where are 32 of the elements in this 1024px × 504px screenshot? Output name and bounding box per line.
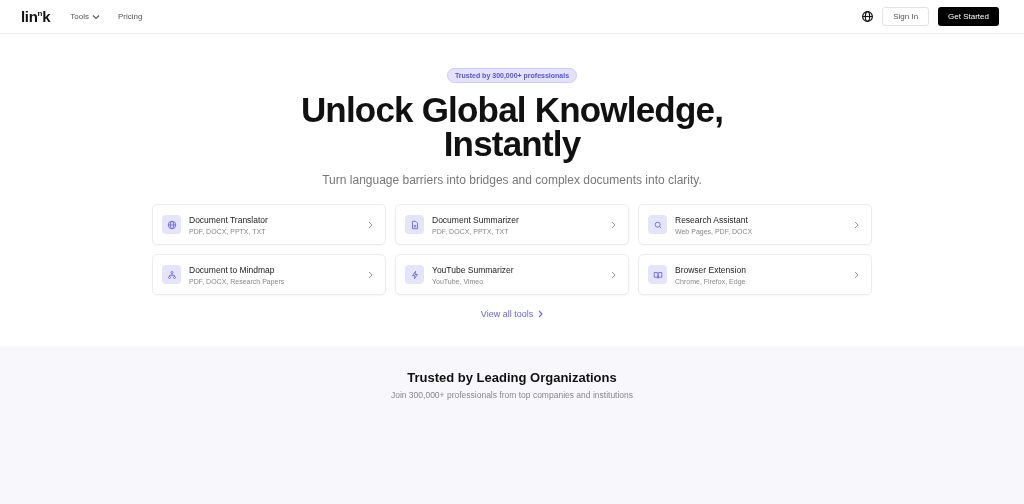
chevron-right-icon [538,310,544,318]
view-all-tools-link[interactable]: View all tools [480,309,544,319]
document-icon [405,215,424,234]
pricing-link[interactable]: Pricing [117,12,143,21]
logo[interactable]: lin$^{n}$k [21,8,51,25]
hero-title: Unlock Global Knowledge, [300,93,724,127]
chevron-right-icon [854,270,859,279]
tool-name: Document Translator [189,214,269,225]
tools-menu[interactable]: Tools [70,12,100,21]
network-icon [162,265,181,284]
search-icon [648,215,667,234]
tool-name: Research Assistant [675,214,749,225]
get-started-button[interactable]: Get Started [938,7,999,26]
tool-name: Browser Extension [675,264,747,275]
tool-name: Document to Mindmap [189,264,276,275]
globe-icon[interactable] [861,10,875,23]
chevron-right-icon [611,270,616,279]
section-title: Trusted by Leading Organizations [407,370,617,385]
chevron-right-icon [368,270,373,279]
chevron-right-icon [611,220,616,229]
lightning-icon [405,265,424,284]
section-subtitle: Join 300,000+ professionals from top companies and institutions [390,390,634,400]
chevron-right-icon [854,220,859,229]
globe-icon [162,215,181,234]
hero-subtitle: Turn language barriers into bridges and complex documents into clarity. [322,173,702,187]
sign-in-button[interactable]: Sign In [882,7,930,26]
tool-name: Document Summarizer [432,214,520,225]
tool-name: YouTube Summarizer [432,264,515,275]
book-icon [648,265,667,284]
chevron-right-icon [368,220,373,229]
chevron-down-icon [91,12,100,21]
hero-title: Instantly [443,127,581,161]
